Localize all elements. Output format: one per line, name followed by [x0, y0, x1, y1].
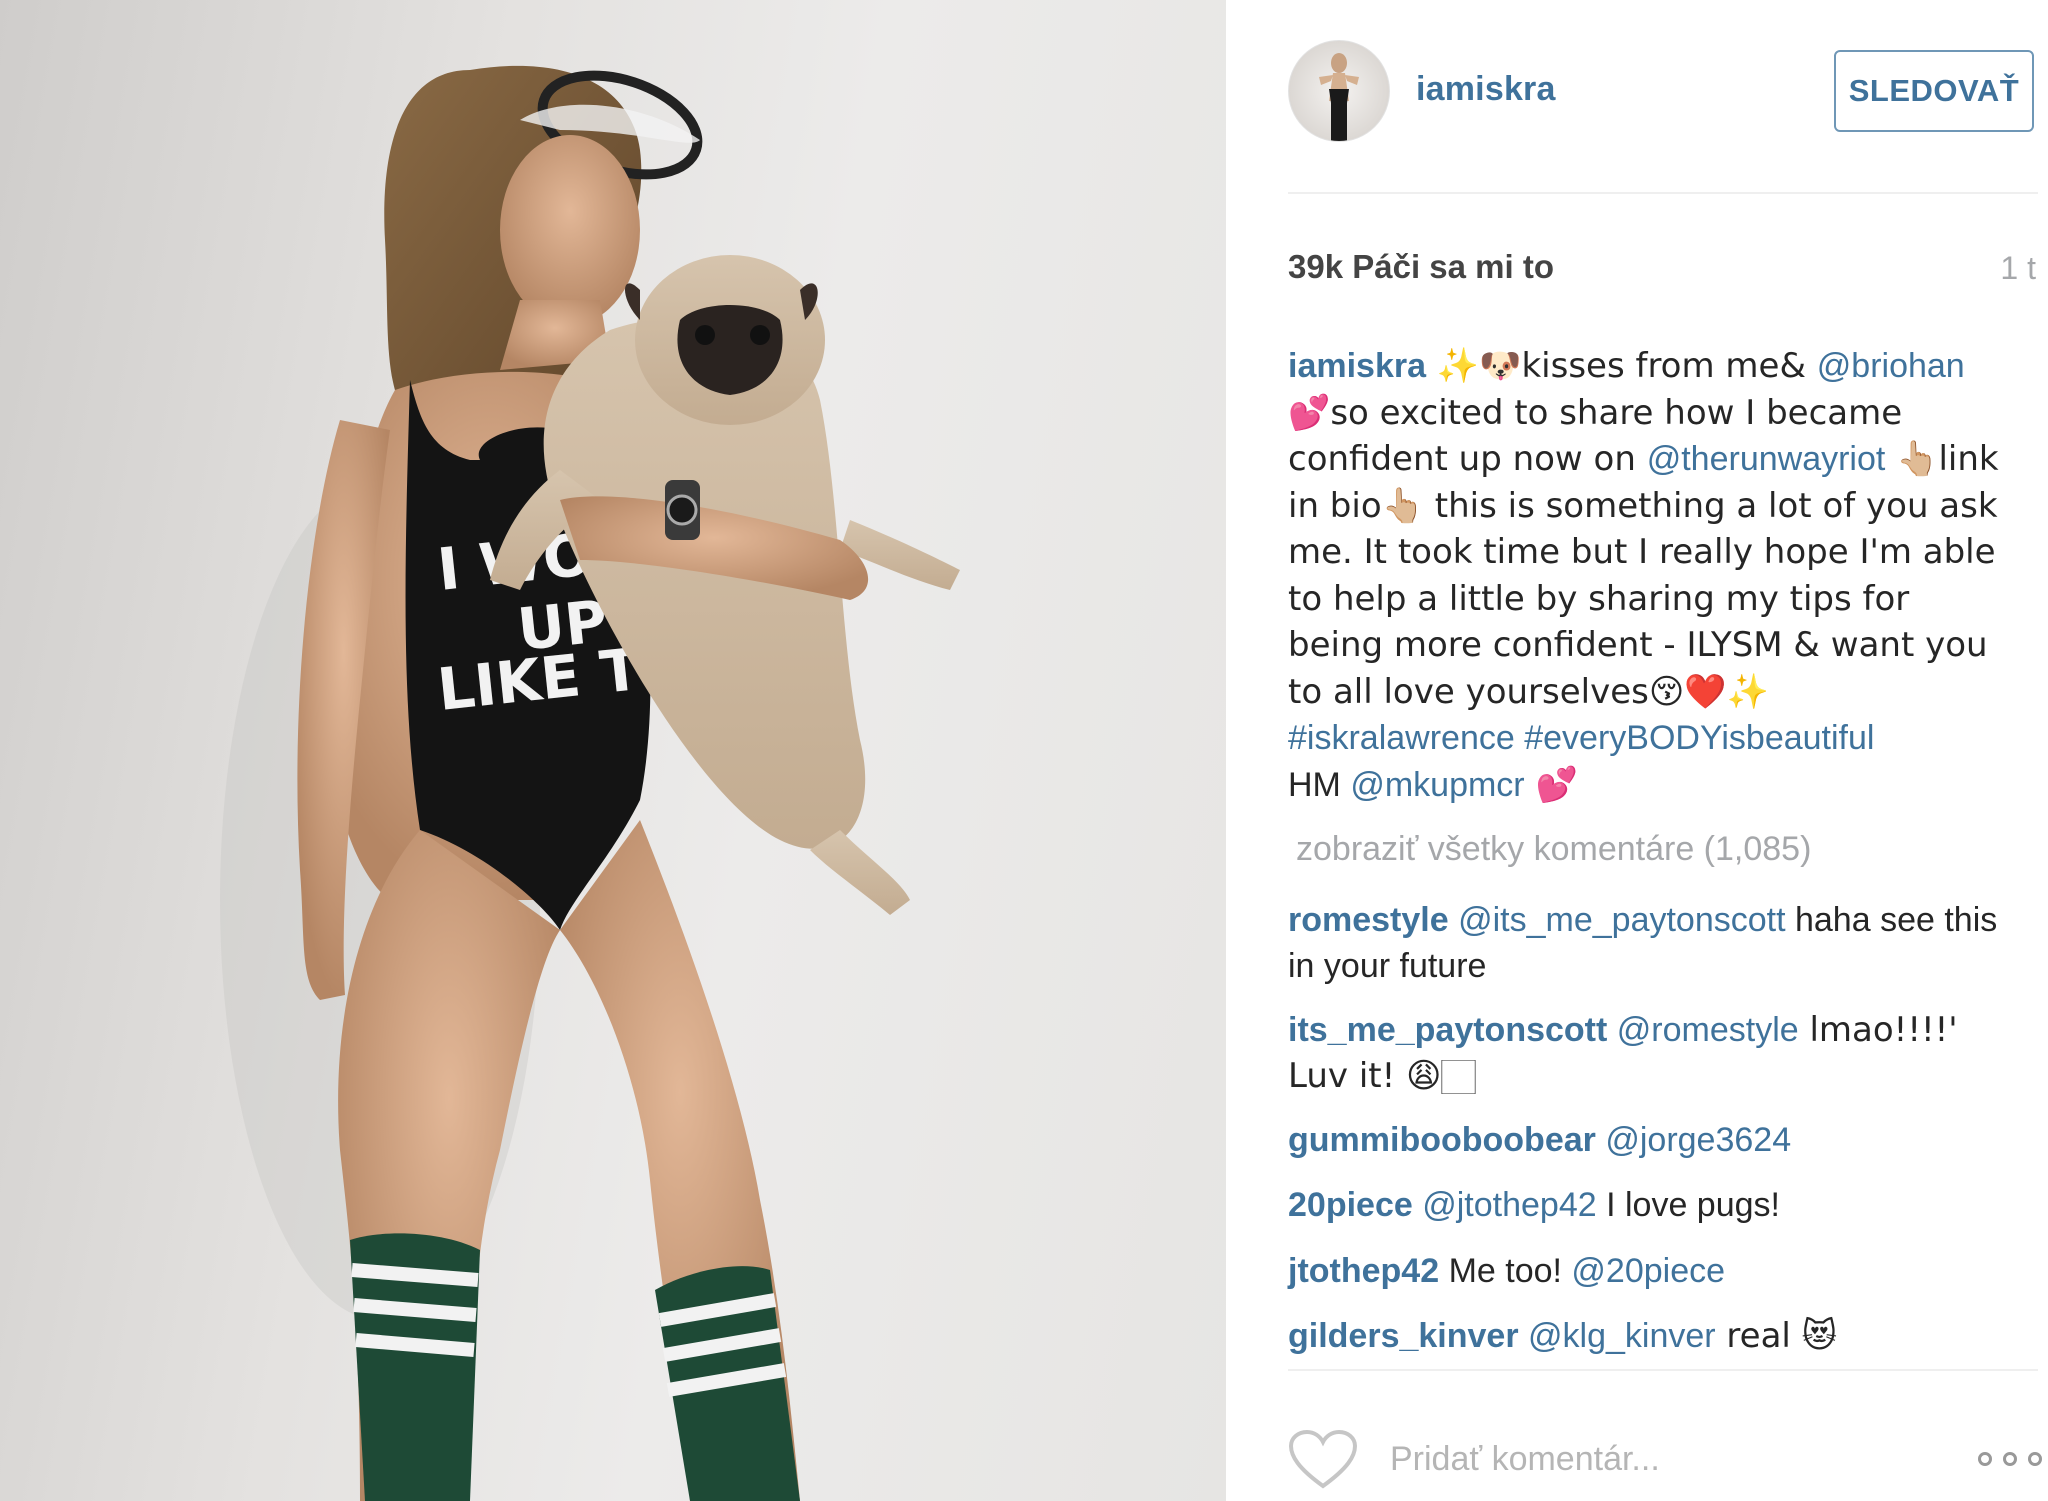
comment-text: Me too! — [1439, 1252, 1572, 1290]
likes-count[interactable]: 39k Páči sa mi to — [1288, 248, 1554, 286]
caption-mention[interactable]: @briohan — [1817, 347, 1965, 385]
header-divider — [1288, 192, 2038, 194]
post-time[interactable]: 1 t — [2000, 250, 2036, 287]
comment-username[interactable]: jtothep42 — [1288, 1252, 1439, 1290]
comment-username[interactable]: 20piece — [1288, 1186, 1413, 1224]
comment-username[interactable]: gummibooboobear — [1288, 1121, 1596, 1159]
caption-text: ✨🐶kisses from me& — [1426, 346, 1817, 386]
more-dots-icon — [1978, 1452, 1992, 1466]
caption-hashtag[interactable]: #iskralawrence — [1288, 719, 1515, 757]
comment: its_me_paytonscott @romestyle lmao!!!!' … — [1288, 1007, 2003, 1099]
comment: gummibooboobear @jorge3624 — [1288, 1117, 1791, 1163]
view-all-comments-link[interactable]: zobraziť všetky komentáre (1,085) — [1296, 830, 1811, 869]
comment: 20piece @jtothep42 I love pugs! — [1288, 1182, 1780, 1228]
comment-mention[interactable]: @20piece — [1571, 1252, 1725, 1290]
comment-mention[interactable]: @romestyle — [1617, 1011, 1799, 1049]
like-button[interactable] — [1288, 1429, 1358, 1490]
more-dots-icon — [2003, 1452, 2017, 1466]
caption-text: HM — [1288, 765, 1351, 804]
comment-mention[interactable]: @jtothep42 — [1422, 1186, 1596, 1224]
follow-button[interactable]: SLEDOVAŤ — [1834, 50, 2034, 132]
comment-mention[interactable]: @klg_kinver — [1528, 1317, 1716, 1355]
caption-mention[interactable]: @mkupmcr — [1350, 766, 1524, 804]
comment: jtothep42 Me too! @20piece — [1288, 1248, 1725, 1294]
caption-text: 💕 — [1524, 764, 1578, 805]
post-details-panel: iamiskra SLEDOVAŤ 39k Páči sa mi to 1 t … — [1226, 0, 2048, 1501]
more-options-button[interactable] — [1978, 1444, 2042, 1474]
avatar-figure — [1319, 53, 1359, 141]
caption-hashtag[interactable]: #everyBODYisbeautiful — [1524, 719, 1874, 757]
avatar[interactable] — [1288, 40, 1390, 142]
comment-text: real 😻 — [1715, 1316, 1838, 1356]
comment: romestyle @its_me_paytonscott haha see t… — [1288, 897, 2003, 989]
post-photo[interactable]: I WOKE UP LIKE THIS — [0, 0, 1226, 1501]
caption-username[interactable]: iamiskra — [1288, 347, 1426, 385]
comment-mention[interactable]: @its_me_paytonscott — [1458, 901, 1785, 939]
comment-username[interactable]: its_me_paytonscott — [1288, 1011, 1607, 1049]
post-photo-illustration: I WOKE UP LIKE THIS — [220, 65, 960, 1501]
post-header: iamiskra SLEDOVAŤ — [1288, 40, 2038, 142]
post-author-username[interactable]: iamiskra — [1416, 70, 1556, 109]
caption-mention[interactable]: @therunwayriot — [1647, 440, 1886, 478]
comment-mention[interactable]: @jorge3624 — [1605, 1121, 1791, 1159]
post-caption: iamiskra ✨🐶kisses from me& @briohan💕so e… — [1288, 343, 2003, 808]
comment-username[interactable]: gilders_kinver — [1288, 1317, 1519, 1355]
add-comment-input[interactable] — [1388, 1432, 1912, 1486]
heart-outline-icon — [1288, 1429, 1358, 1489]
comment-text: I love pugs! — [1596, 1186, 1780, 1224]
comment: gilders_kinver @klg_kinver real 😻 — [1288, 1313, 1837, 1359]
more-dots-icon — [2028, 1452, 2042, 1466]
footer-divider — [1288, 1369, 2038, 1371]
comment-username[interactable]: romestyle — [1288, 901, 1449, 939]
caption-text: 👆🏼link in bio👆🏼 this is something a lot … — [1288, 439, 1999, 712]
